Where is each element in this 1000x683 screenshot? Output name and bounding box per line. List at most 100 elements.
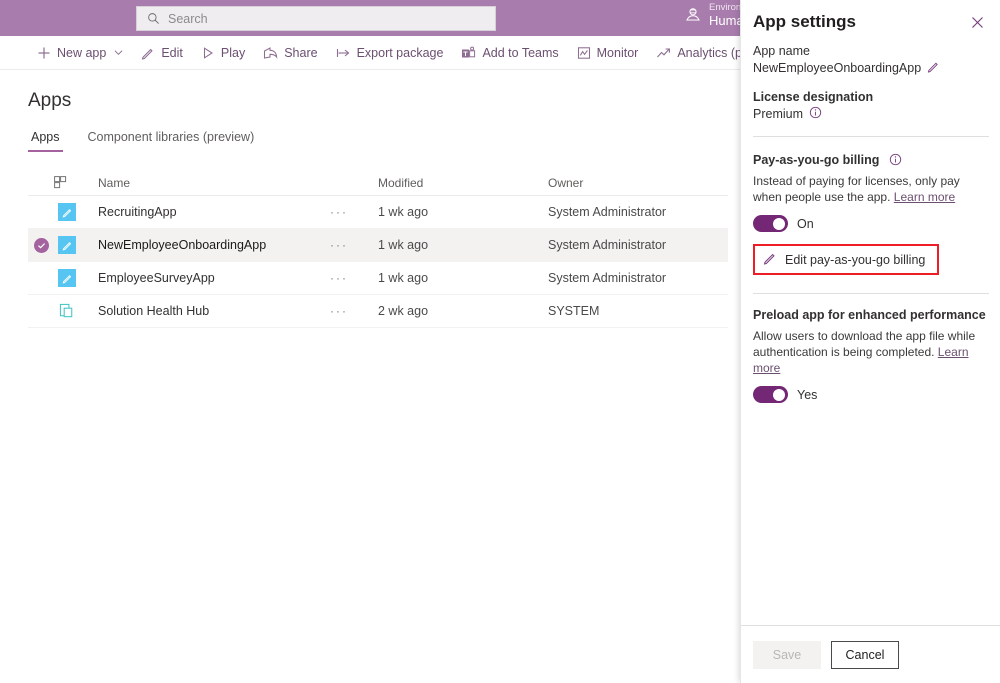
app-owner: System Administrator: [548, 205, 728, 219]
app-name[interactable]: RecruitingApp: [80, 205, 330, 219]
info-icon[interactable]: [889, 153, 902, 169]
preload-toggle-state: Yes: [797, 388, 817, 402]
panel-divider-2: [753, 293, 989, 294]
panel-header: App settings: [741, 0, 1000, 44]
tab-apps[interactable]: Apps: [28, 130, 63, 152]
app-owner: System Administrator: [548, 271, 728, 285]
play-button[interactable]: Play: [192, 36, 254, 70]
app-modified: 1 wk ago: [378, 238, 548, 252]
payg-heading: Pay-as-you-go billing: [753, 153, 879, 167]
apps-table: Name Modified Owner RecruitingApp ··· 1 …: [28, 170, 728, 328]
app-name-value-row: NewEmployeeOnboardingApp: [753, 60, 989, 76]
apps-main-content: Apps Apps Component libraries (preview) …: [0, 70, 740, 683]
app-type-column-icon: [54, 176, 80, 189]
canvas-app-icon: [54, 236, 80, 254]
preload-heading: Preload app for enhanced performance: [753, 308, 989, 322]
close-icon[interactable]: [967, 12, 987, 32]
panel-divider: [753, 136, 989, 137]
edit-payg-billing-label: Edit pay-as-you-go billing: [785, 253, 925, 267]
search-icon: [147, 12, 160, 25]
row-more-actions[interactable]: ···: [330, 238, 378, 252]
panel-body: App name NewEmployeeOnboardingApp Licens…: [741, 40, 1000, 403]
table-row[interactable]: EmployeeSurveyApp ··· 1 wk ago System Ad…: [28, 262, 728, 295]
app-owner: System Administrator: [548, 238, 728, 252]
app-name[interactable]: NewEmployeeOnboardingApp: [80, 238, 330, 252]
app-name[interactable]: Solution Health Hub: [80, 304, 330, 318]
app-name[interactable]: EmployeeSurveyApp: [80, 271, 330, 285]
tab-list: Apps Component libraries (preview): [28, 130, 257, 152]
info-icon[interactable]: [809, 106, 822, 122]
preload-description-block: Allow users to download the app file whi…: [753, 328, 989, 376]
edit-payg-billing-highlight: Edit pay-as-you-go billing: [753, 244, 939, 275]
model-app-icon: [54, 303, 80, 320]
plus-icon: [37, 46, 51, 60]
environment-icon: [684, 6, 702, 24]
edit-label: Edit: [161, 46, 183, 60]
monitor-label: Monitor: [597, 46, 639, 60]
pencil-icon: [141, 46, 155, 60]
table-row[interactable]: RecruitingApp ··· 1 wk ago System Admini…: [28, 196, 728, 229]
share-label: Share: [284, 46, 317, 60]
panel-footer: Save Cancel: [741, 625, 1000, 683]
preload-toggle-row: Yes: [753, 386, 989, 403]
payg-heading-row: Pay-as-you-go billing: [753, 151, 989, 167]
play-label: Play: [221, 46, 245, 60]
search-placeholder: Search: [168, 12, 208, 26]
app-name-value: NewEmployeeOnboardingApp: [753, 61, 921, 75]
license-designation-value: Premium: [753, 107, 803, 121]
add-to-teams-button[interactable]: Add to Teams: [452, 36, 567, 70]
save-button[interactable]: Save: [753, 641, 821, 669]
search-box[interactable]: Search: [136, 6, 496, 31]
app-name-label: App name: [753, 44, 989, 58]
license-designation-label: License designation: [753, 90, 989, 104]
row-checkbox-selected[interactable]: [28, 238, 54, 253]
chevron-down-icon: [114, 48, 123, 57]
checkmark-icon: [34, 238, 49, 253]
payg-learn-more-link[interactable]: Learn more: [894, 190, 955, 204]
canvas-app-icon: [54, 269, 80, 287]
table-row[interactable]: Solution Health Hub ··· 2 wk ago SYSTEM: [28, 295, 728, 328]
payg-toggle-row: On: [753, 215, 989, 232]
new-app-label: New app: [57, 46, 106, 60]
cancel-button[interactable]: Cancel: [831, 641, 899, 669]
play-icon: [201, 46, 215, 60]
table-row[interactable]: NewEmployeeOnboardingApp ··· 1 wk ago Sy…: [28, 229, 728, 262]
tab-component-libraries-label: Component libraries (preview): [88, 130, 255, 144]
edit-button[interactable]: Edit: [132, 36, 192, 70]
pencil-icon: [763, 251, 777, 268]
column-header-owner[interactable]: Owner: [548, 176, 728, 190]
row-more-actions[interactable]: ···: [330, 205, 378, 219]
row-more-actions[interactable]: ···: [330, 271, 378, 285]
app-settings-panel: App settings App name NewEmployeeOnboard…: [740, 0, 1000, 683]
app-modified: 1 wk ago: [378, 205, 548, 219]
column-header-modified[interactable]: Modified: [378, 176, 548, 190]
payg-description-block: Instead of paying for licenses, only pay…: [753, 173, 989, 205]
app-owner: SYSTEM: [548, 304, 728, 318]
monitor-icon: [577, 46, 591, 60]
pencil-icon[interactable]: [927, 60, 940, 76]
table-header-row: Name Modified Owner: [28, 170, 728, 196]
tab-component-libraries[interactable]: Component libraries (preview): [85, 130, 258, 152]
app-modified: 1 wk ago: [378, 271, 548, 285]
export-package-button[interactable]: Export package: [327, 36, 453, 70]
teams-icon: [461, 46, 476, 60]
monitor-button[interactable]: Monitor: [568, 36, 648, 70]
license-designation-value-row: Premium: [753, 106, 989, 122]
app-modified: 2 wk ago: [378, 304, 548, 318]
new-app-button[interactable]: New app: [28, 36, 132, 70]
payg-toggle[interactable]: [753, 215, 788, 232]
add-to-teams-label: Add to Teams: [482, 46, 558, 60]
analytics-icon: [656, 46, 671, 60]
tab-apps-label: Apps: [31, 130, 60, 144]
preload-toggle[interactable]: [753, 386, 788, 403]
edit-payg-billing-button[interactable]: Edit pay-as-you-go billing: [763, 251, 925, 268]
column-header-name[interactable]: Name: [80, 176, 330, 190]
page-title: Apps: [28, 90, 71, 112]
export-icon: [336, 46, 351, 60]
row-more-actions[interactable]: ···: [330, 304, 378, 318]
payg-toggle-state: On: [797, 217, 814, 231]
share-button[interactable]: Share: [254, 36, 326, 70]
canvas-app-icon: [54, 203, 80, 221]
panel-title: App settings: [753, 12, 856, 32]
export-package-label: Export package: [357, 46, 444, 60]
